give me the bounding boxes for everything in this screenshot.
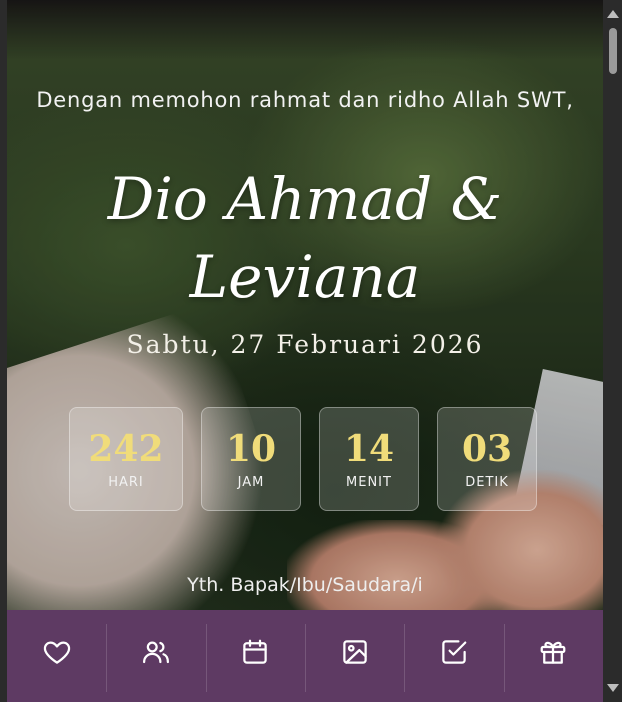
countdown-seconds: 03 DETIK — [437, 407, 537, 511]
countdown-hours: 10 JAM — [201, 407, 301, 511]
intro-text: Dengan memohon rahmat dan ridho Allah SW… — [36, 88, 574, 112]
vertical-scrollbar[interactable] — [604, 0, 622, 702]
hero-content: Dengan memohon rahmat dan ridho Allah SW… — [7, 0, 603, 702]
couple-names-line1: Dio Ahmad & — [107, 165, 503, 233]
invitation-page: Dengan memohon rahmat dan ridho Allah SW… — [7, 0, 603, 702]
countdown-seconds-value: 03 — [461, 427, 513, 470]
checkbox-icon — [442, 640, 467, 664]
countdown-hours-value: 10 — [225, 427, 277, 470]
countdown-seconds-unit: DETIK — [465, 474, 509, 490]
nav-couple-button[interactable] — [7, 610, 106, 702]
nav-gift-button[interactable] — [503, 610, 603, 702]
guest-greeting: Yth. Bapak/Ibu/Saudara/i — [187, 574, 423, 596]
gift-icon — [540, 641, 566, 664]
nav-event-button[interactable] — [205, 610, 305, 702]
bottom-navbar — [7, 610, 603, 702]
scroll-up-arrow-icon[interactable] — [607, 10, 619, 18]
nav-family-button[interactable] — [106, 610, 205, 702]
window-left-edge — [0, 0, 7, 702]
countdown-minutes-value: 14 — [343, 427, 395, 470]
countdown-days: 242 HARI — [69, 407, 183, 511]
countdown-minutes-unit: MENIT — [346, 474, 392, 490]
countdown-days-value: 242 — [88, 427, 164, 470]
nav-rsvp-button[interactable] — [404, 610, 503, 702]
event-date: Sabtu, 27 Februari 2026 — [126, 330, 484, 359]
countdown-minutes: 14 MENIT — [319, 407, 419, 511]
calendar-icon — [243, 639, 268, 664]
nav-gallery-button[interactable] — [304, 610, 404, 702]
couple-names: Dio Ahmad & Leviana — [7, 160, 603, 316]
image-icon — [342, 640, 367, 664]
scroll-down-arrow-icon[interactable] — [607, 684, 619, 692]
heart-icon — [43, 641, 70, 664]
countdown-days-unit: HARI — [108, 474, 144, 490]
countdown-hours-unit: JAM — [237, 474, 265, 490]
countdown: 242 HARI 10 JAM 14 MENIT 03 DETIK — [69, 407, 537, 511]
users-icon — [142, 641, 169, 664]
scrollbar-thumb[interactable] — [609, 28, 617, 74]
couple-names-line2: Leviana — [189, 243, 421, 311]
